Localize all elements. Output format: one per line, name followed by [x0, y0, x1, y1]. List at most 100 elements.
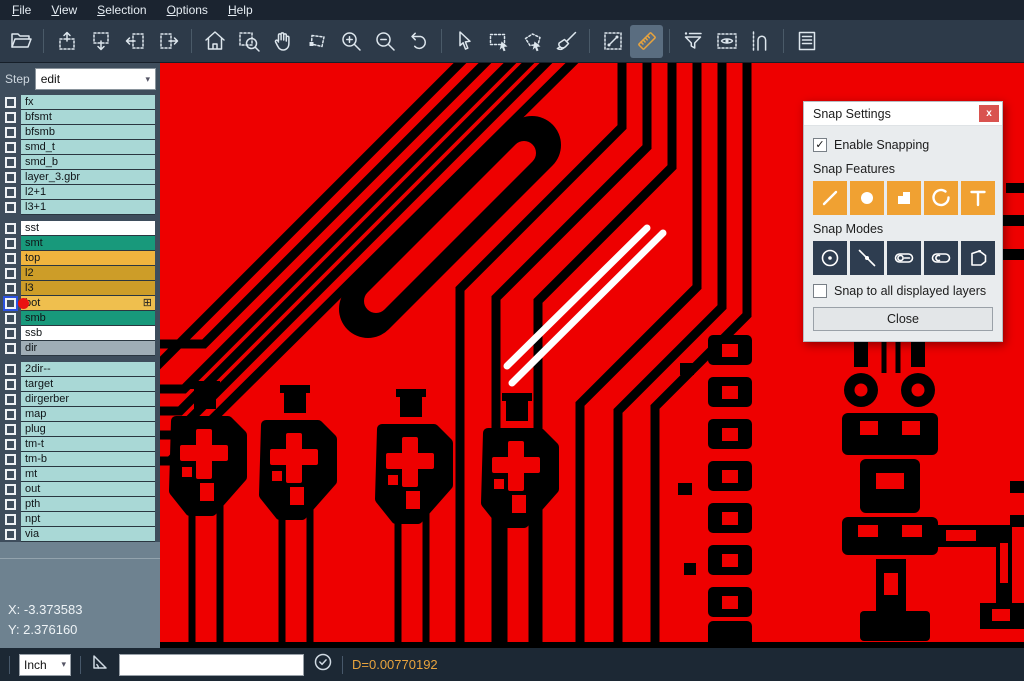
layer-label[interactable]: l2+1	[21, 185, 155, 200]
layer-row[interactable]: target	[0, 377, 160, 392]
pan-down-button[interactable]	[84, 25, 117, 58]
layer-label[interactable]: tm-t	[21, 437, 155, 452]
layer-label[interactable]: via	[21, 527, 155, 542]
layer-label[interactable]: fx	[21, 95, 155, 110]
layer-visibility-checkbox[interactable]	[5, 298, 16, 309]
snap-mode-slot-button[interactable]	[887, 241, 921, 275]
layer-visibility-checkbox[interactable]	[5, 328, 16, 339]
menu-options[interactable]: Options	[157, 1, 218, 19]
layer-row[interactable]: l2	[0, 266, 160, 281]
layer-visibility-checkbox[interactable]	[5, 112, 16, 123]
layer-label[interactable]: smt	[21, 236, 155, 251]
pan-left-button[interactable]	[118, 25, 151, 58]
layer-visibility-checkbox[interactable]	[5, 529, 16, 540]
layer-visibility-checkbox[interactable]	[5, 268, 16, 279]
zoom-in-button[interactable]	[334, 25, 367, 58]
layer-row[interactable]: l3	[0, 281, 160, 296]
layer-label[interactable]: map	[21, 407, 155, 422]
layer-label[interactable]: bot⊞	[21, 296, 155, 311]
layer-row[interactable]: smd_b	[0, 155, 160, 170]
layer-row[interactable]: plug	[0, 422, 160, 437]
layer-label[interactable]: smd_t	[21, 140, 155, 155]
layer-row[interactable]: dir	[0, 341, 160, 356]
layer-row[interactable]: bfsmt	[0, 110, 160, 125]
zoom-previous-button[interactable]	[402, 25, 435, 58]
layer-row[interactable]: bfsmb	[0, 125, 160, 140]
snap-all-layers-row[interactable]: Snap to all displayed layers	[813, 284, 993, 298]
layer-visibility-checkbox[interactable]	[5, 283, 16, 294]
layer-row[interactable]: smd_t	[0, 140, 160, 155]
layer-visibility-checkbox[interactable]	[5, 409, 16, 420]
snap-mode-outline-button[interactable]	[961, 241, 995, 275]
snap-mode-center-button[interactable]	[813, 241, 847, 275]
snap-dialog-titlebar[interactable]: Snap Settings x	[804, 102, 1002, 126]
layer-label[interactable]: pth	[21, 497, 155, 512]
layer-label[interactable]: smd_b	[21, 155, 155, 170]
measure-point-to-point-button[interactable]	[596, 25, 629, 58]
layer-label[interactable]: l3	[21, 281, 155, 296]
layer-label[interactable]: plug	[21, 422, 155, 437]
layer-row[interactable]: l2+1	[0, 185, 160, 200]
pan-up-button[interactable]	[50, 25, 83, 58]
clear-selection-button[interactable]	[550, 25, 583, 58]
select-polygon-button[interactable]	[516, 25, 549, 58]
filter-button[interactable]	[676, 25, 709, 58]
unit-select[interactable]: Inch ▾	[19, 654, 71, 676]
layer-label[interactable]: l2	[21, 266, 155, 281]
snap-settings-button[interactable]	[744, 25, 777, 58]
layer-visibility-checkbox[interactable]	[5, 484, 16, 495]
angle-mode-button[interactable]	[90, 652, 110, 677]
menu-file[interactable]: File	[2, 1, 41, 19]
pan-hand-button[interactable]	[266, 25, 299, 58]
layer-label[interactable]: top	[21, 251, 155, 266]
layer-row[interactable]: out	[0, 482, 160, 497]
layer-row[interactable]: smt	[0, 236, 160, 251]
layer-label[interactable]: dirgerber	[21, 392, 155, 407]
layer-label[interactable]: smb	[21, 311, 155, 326]
layer-visibility-checkbox[interactable]	[5, 223, 16, 234]
layer-label[interactable]: layer_3.gbr	[21, 170, 155, 185]
layer-visibility-checkbox[interactable]	[5, 202, 16, 213]
layer-visibility-checkbox[interactable]	[5, 499, 16, 510]
zoom-home-button[interactable]	[198, 25, 231, 58]
view-area-button[interactable]	[710, 25, 743, 58]
layer-visibility-checkbox[interactable]	[5, 514, 16, 525]
snap-all-layers-checkbox[interactable]	[813, 284, 827, 298]
layer-label[interactable]: mt	[21, 467, 155, 482]
menu-selection[interactable]: Selection	[87, 1, 156, 19]
layer-visibility-checkbox[interactable]	[5, 313, 16, 324]
layer-row[interactable]: ssb	[0, 326, 160, 341]
layer-visibility-checkbox[interactable]	[5, 253, 16, 264]
layer-row[interactable]: top	[0, 251, 160, 266]
layer-label[interactable]: 2dir--	[21, 362, 155, 377]
layer-label[interactable]: sst	[21, 221, 155, 236]
layer-visibility-checkbox[interactable]	[5, 379, 16, 390]
measure-ruler-button[interactable]	[630, 25, 663, 58]
layer-visibility-checkbox[interactable]	[5, 157, 16, 168]
snap-mode-point-on-line-button[interactable]	[850, 241, 884, 275]
select-rectangle-button[interactable]	[482, 25, 515, 58]
layer-row-active[interactable]: bot⊞	[0, 296, 160, 311]
layer-row[interactable]: smb	[0, 311, 160, 326]
menu-help[interactable]: Help	[218, 1, 263, 19]
layer-row[interactable]: sst	[0, 221, 160, 236]
snap-feature-line-button[interactable]	[813, 181, 847, 215]
layer-visibility-checkbox[interactable]	[5, 343, 16, 354]
close-button[interactable]: Close	[813, 307, 993, 331]
enable-snapping-checkbox[interactable]: ✓	[813, 138, 827, 152]
command-input[interactable]	[119, 654, 304, 676]
report-button[interactable]	[790, 25, 823, 58]
snap-feature-text-button[interactable]	[961, 181, 995, 215]
menu-view[interactable]: View	[41, 1, 87, 19]
layer-visibility-checkbox[interactable]	[5, 424, 16, 435]
layer-visibility-checkbox[interactable]	[5, 172, 16, 183]
layer-row[interactable]: tm-t	[0, 437, 160, 452]
layer-visibility-checkbox[interactable]	[5, 394, 16, 405]
layer-row[interactable]: npt	[0, 512, 160, 527]
layer-row[interactable]: fx	[0, 95, 160, 110]
layer-visibility-checkbox[interactable]	[5, 127, 16, 138]
layer-row[interactable]: pth	[0, 497, 160, 512]
layer-label[interactable]: out	[21, 482, 155, 497]
layer-label[interactable]: ssb	[21, 326, 155, 341]
layer-visibility-checkbox[interactable]	[5, 469, 16, 480]
